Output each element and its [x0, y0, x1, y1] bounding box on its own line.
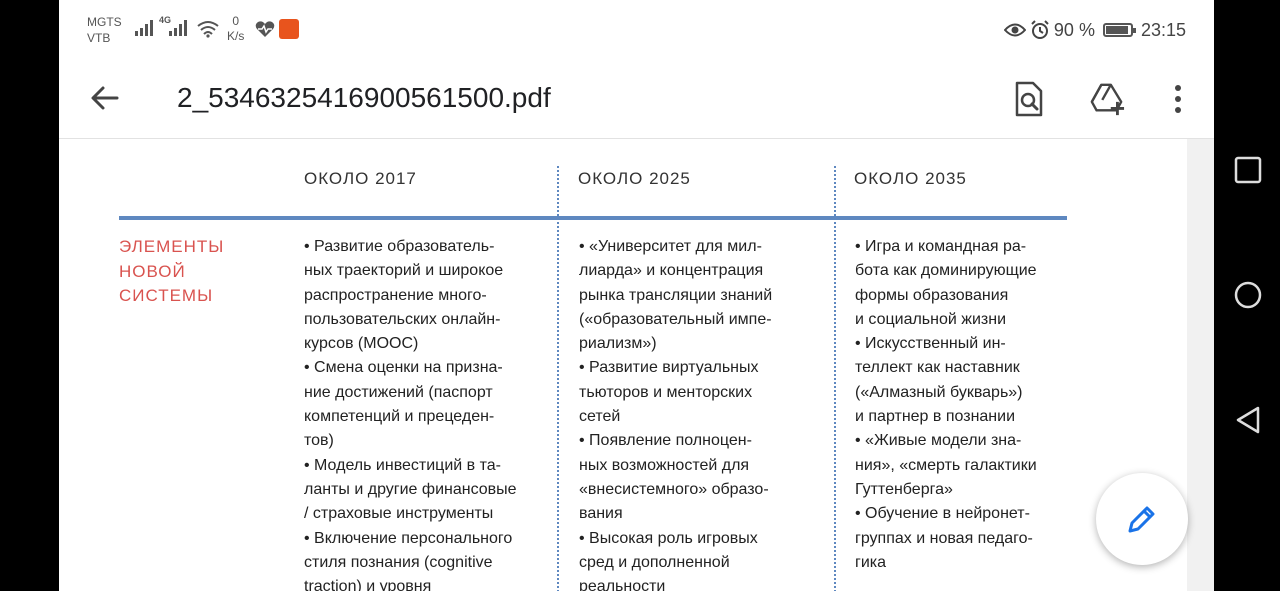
more-options-icon[interactable]: [1159, 80, 1197, 118]
speed-value: 0: [232, 14, 240, 28]
cell-line: • «Университет для мил-: [579, 238, 762, 255]
cell-2035: • Игра и командная ра-бота как доминирую…: [855, 235, 1095, 575]
header-rule: [119, 216, 1067, 220]
column-header-2035: ОКОЛО 2035: [854, 169, 967, 188]
carrier-1: MGTS: [87, 15, 122, 29]
home-icon[interactable]: [1234, 281, 1262, 309]
cell-line: ние достижений (паспорт: [304, 383, 493, 401]
wifi-icon: [197, 21, 219, 38]
battery-fill: [1105, 26, 1128, 34]
cell-line: распространение много-: [304, 286, 487, 304]
cell-line: тьюторов и менторских: [579, 383, 753, 401]
back-triangle-icon[interactable]: [1234, 405, 1262, 435]
cell-line: риализм»): [579, 335, 657, 353]
cell-line: рынка трансляции знаний: [579, 286, 773, 304]
edit-fab-button[interactable]: [1096, 473, 1188, 565]
recent-apps-icon[interactable]: [1234, 156, 1262, 184]
status-bar: MGTS VTB 4G 0 K/s 90 % 23:15: [59, 0, 1214, 60]
cell-line: курсов (MOOC): [304, 335, 419, 353]
cell-line: ных траекторий и широкое: [304, 262, 504, 280]
column-header-2017: ОКОЛО 2017: [304, 169, 417, 188]
cell-line: пользовательских онлайн-: [304, 310, 501, 328]
alarm-icon: [1031, 20, 1049, 39]
app-screen: MGTS VTB 4G 0 K/s 90 % 23:15 2_534632541…: [59, 0, 1214, 591]
cell-line: и партнер в познании: [855, 408, 1016, 426]
status-right-group: 90 % 23:15: [1003, 18, 1186, 42]
column-header-2025: ОКОЛО 2025: [578, 169, 691, 188]
cell-line: сетей: [579, 408, 621, 426]
cell-line: ных возможностей для: [579, 456, 750, 474]
cell-2017: • Развитие образователь-ных траекторий и…: [304, 235, 544, 591]
cell-line: и социальной жизни: [855, 310, 1006, 328]
battery-icon: [1102, 23, 1136, 37]
row-label-line: СИСТЕМЫ: [119, 286, 214, 305]
cell-line: стиля познания (cognitive: [304, 553, 493, 571]
signal-bars-icon: [135, 20, 153, 36]
scrollbar-track[interactable]: [1187, 139, 1214, 591]
cell-line: ния», «смерть галактики: [855, 456, 1037, 474]
cell-line: Гуттенберга»: [855, 480, 953, 498]
cell-line: «внесистемного» образо-: [579, 480, 769, 498]
eye-icon: [1003, 23, 1026, 37]
clock-time: 23:15: [1140, 19, 1186, 40]
cell-line: • Игра и командная ра-: [855, 238, 1027, 255]
system-nav-bar: [1214, 0, 1280, 591]
app-toolbar: 2_5346325416900561500.pdf: [59, 60, 1214, 139]
cell-line: группах и новая педаго-: [855, 529, 1033, 547]
file-title: 2_5346325416900561500.pdf: [177, 82, 551, 113]
row-label-line: ЭЛЕМЕНТЫ: [119, 237, 225, 256]
cell-line: • Развитие виртуальных: [579, 359, 759, 377]
row-label: ЭЛЕМЕНТЫ НОВОЙ СИСТЕМЫ: [119, 235, 224, 309]
row-label-line: НОВОЙ: [119, 261, 186, 281]
cell-line: ланты и другие финансовые: [304, 480, 517, 498]
cell-line: / страховые инструменты: [304, 505, 494, 523]
cell-line: лиарда» и концентрация: [579, 262, 764, 280]
cell-line: тов): [304, 432, 334, 450]
speed-unit: K/s: [227, 29, 245, 43]
carrier-2: VTB: [87, 31, 111, 45]
pdf-page[interactable]: ОКОЛО 2017 ОКОЛО 2025 ОКОЛО 2035 ЭЛЕМЕНТ…: [59, 139, 1187, 591]
cell-line: бота как доминирующие: [855, 262, 1037, 280]
cell-line: • Обучение в нейронет-: [855, 505, 1030, 523]
signal-bars-4g-icon: [169, 20, 187, 36]
health-heart-icon: [255, 21, 275, 37]
cell-line: («образовательный импе-: [579, 310, 772, 328]
cell-line: traction) и уровня: [304, 578, 432, 591]
cell-line: • Включение персонального: [304, 529, 513, 547]
cell-2025: • «Университет для мил-лиарда» и концент…: [579, 235, 819, 591]
cell-line: • Высокая роль игровых: [579, 529, 758, 547]
cell-line: • Развитие образователь-: [304, 238, 495, 255]
cell-line: компетенций и прецеден-: [304, 408, 495, 426]
app-notification-icon: [279, 19, 299, 39]
cell-line: формы образования: [855, 286, 1009, 304]
cell-line: • Искусственный ин-: [855, 335, 1006, 353]
cell-line: • Появление полноцен-: [579, 432, 752, 450]
cell-line: • Модель инвестиций в та-: [304, 456, 501, 474]
search-document-icon[interactable]: [1011, 80, 1047, 118]
cell-line: («Алмазный букварь»): [855, 383, 1023, 401]
network-speed: 0 K/s: [227, 14, 244, 44]
carrier-info: MGTS VTB: [87, 14, 122, 46]
add-to-drive-icon[interactable]: [1089, 80, 1125, 118]
cell-line: реальности: [579, 578, 666, 591]
cell-line: гика: [855, 553, 887, 571]
cell-line: теллект как наставник: [855, 359, 1020, 377]
cell-line: • «Живые модели зна-: [855, 432, 1022, 450]
cell-line: • Смена оценки на призна-: [304, 359, 503, 377]
pencil-icon: [1128, 506, 1155, 533]
cell-line: сред и дополненной: [579, 553, 730, 571]
column-divider: [834, 166, 836, 591]
battery-percent: 90 %: [1053, 19, 1095, 40]
cell-line: вания: [579, 505, 623, 523]
back-arrow-icon[interactable]: [87, 80, 123, 116]
column-divider: [557, 166, 559, 591]
